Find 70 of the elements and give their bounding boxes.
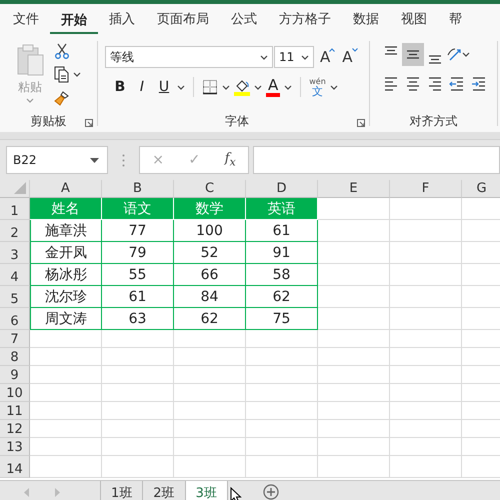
group-label: 对齐方式 — [410, 112, 458, 130]
ribbon-tab[interactable]: 公式 — [220, 4, 268, 34]
table-cell: 61 — [102, 286, 174, 308]
table-cell: 施章洪 — [30, 220, 102, 242]
row-header[interactable]: 2 — [0, 220, 30, 242]
row-header[interactable]: 11 — [0, 402, 30, 420]
table-cell: 周文涛 — [30, 308, 102, 330]
table-cell: 金开凤 — [30, 242, 102, 264]
bold-button[interactable]: B — [111, 79, 129, 95]
insert-function-button[interactable]: f$_{x}$ — [224, 151, 236, 169]
table-cell: 77 — [102, 220, 174, 242]
table-cell: 55 — [102, 264, 174, 286]
row-header[interactable]: 5 — [0, 286, 30, 308]
ribbon-tab[interactable]: 视图 — [390, 4, 438, 34]
row-header[interactable]: 4 — [0, 264, 30, 286]
increase-font-size-button[interactable]: A — [317, 48, 336, 66]
header-cell: 数学 — [174, 198, 246, 220]
ribbon-tab[interactable]: 插入 — [98, 4, 146, 34]
row-header[interactable]: 3 — [0, 242, 30, 264]
column-header[interactable]: G — [462, 180, 500, 198]
row-header[interactable]: 10 — [0, 384, 30, 402]
font-name-field[interactable]: 等线 — [105, 46, 273, 68]
table-cell: 沈尔珍 — [30, 286, 102, 308]
column-header[interactable]: F — [390, 180, 462, 198]
column-header[interactable]: D — [246, 180, 318, 198]
row-header[interactable]: 12 — [0, 420, 30, 438]
font-color-button[interactable]: A — [266, 77, 280, 97]
sheet-tab[interactable]: 1班 — [101, 481, 144, 500]
table-cell: 61 — [246, 220, 318, 242]
row-header[interactable]: 1 — [0, 198, 30, 220]
decrease-font-size-button[interactable]: A — [339, 48, 359, 66]
row-header[interactable]: 9 — [0, 366, 30, 384]
table-cell: 100 — [174, 220, 246, 242]
phonetic-guide-button[interactable]: wén 文 — [309, 78, 326, 96]
italic-button[interactable]: I — [133, 79, 151, 95]
table-cell: 79 — [102, 242, 174, 264]
row-header[interactable]: 6 — [0, 308, 30, 330]
table-cell: 62 — [174, 308, 246, 330]
ribbon-tab[interactable]: 文件 — [2, 4, 50, 34]
header-cell: 姓名 — [30, 198, 102, 220]
table-cell: 63 — [102, 308, 174, 330]
row-header[interactable]: 13 — [0, 438, 30, 456]
row-header[interactable]: 7 — [0, 330, 30, 348]
ribbon-tab[interactable]: 帮 — [438, 4, 473, 34]
table-cell: 杨冰彤 — [30, 264, 102, 286]
column-header[interactable]: E — [318, 180, 390, 198]
table-cell: 75 — [246, 308, 318, 330]
row-header[interactable]: 8 — [0, 348, 30, 366]
header-cell: 语文 — [102, 198, 174, 220]
underline-button[interactable]: U — [155, 79, 173, 95]
sheet-tab[interactable]: 3班 — [186, 481, 228, 500]
header-cell: 英语 — [246, 198, 318, 220]
font-size-field[interactable]: 11 — [274, 46, 314, 68]
row-header[interactable]: 14 — [0, 456, 30, 478]
column-header[interactable]: A — [30, 180, 102, 198]
ribbon-tab[interactable]: 页面布局 — [146, 4, 220, 34]
group-label: 剪贴板 — [30, 112, 66, 130]
column-header[interactable]: C — [174, 180, 246, 198]
table-cell: 84 — [174, 286, 246, 308]
table-cell: 52 — [174, 242, 246, 264]
table-cell: 91 — [246, 242, 318, 264]
ribbon-tab[interactable]: 开始 — [50, 6, 98, 34]
group-label: 字体 — [225, 112, 249, 130]
table-cell: 62 — [246, 286, 318, 308]
ribbon-tab[interactable]: 方方格子 — [268, 4, 342, 34]
table-cell: 58 — [246, 264, 318, 286]
ribbon-tab[interactable]: 数据 — [342, 4, 390, 34]
table-cell: 66 — [174, 264, 246, 286]
column-header[interactable]: B — [102, 180, 174, 198]
name-box[interactable]: B22 — [6, 146, 108, 174]
